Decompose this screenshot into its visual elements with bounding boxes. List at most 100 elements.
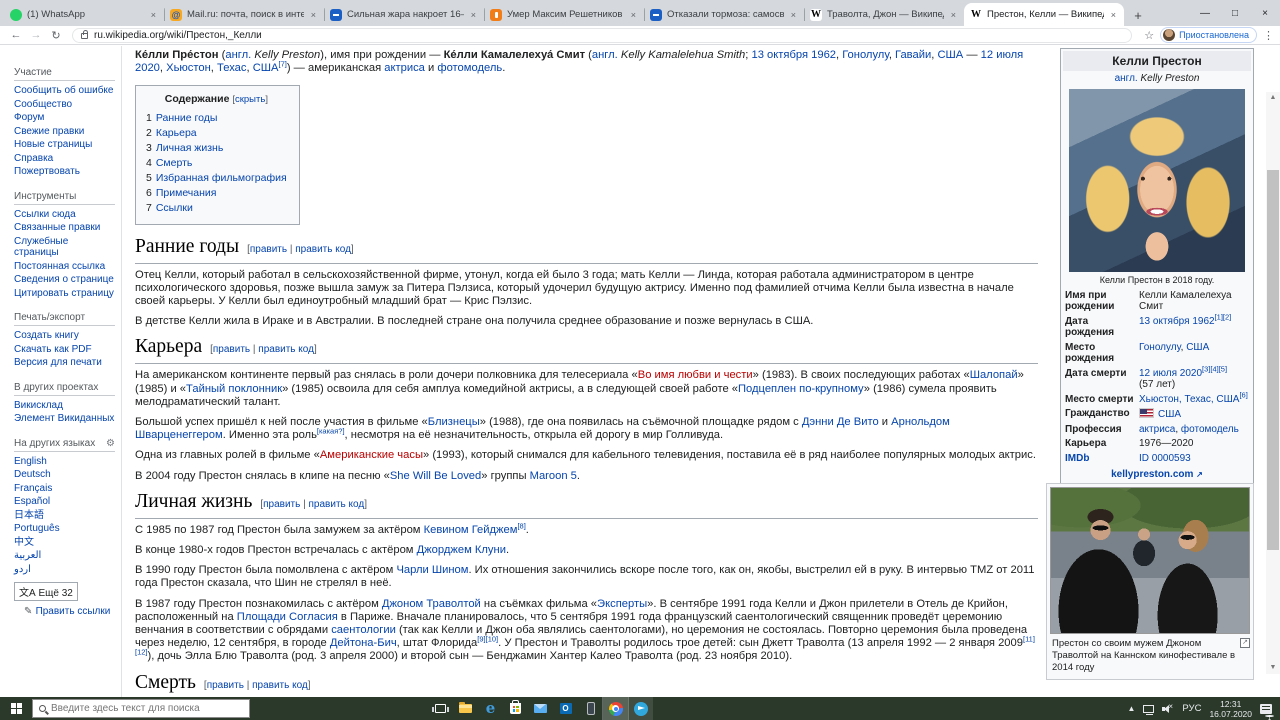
tab[interactable]: @ Mail.ru: почта, поиск в интерне × <box>164 3 324 26</box>
reference-link[interactable]: [3][4][5] <box>1202 364 1227 373</box>
edit-link[interactable]: править <box>207 680 244 691</box>
link[interactable]: 1962 <box>811 49 836 61</box>
edit-source-link[interactable]: править код <box>309 499 365 510</box>
link[interactable]: 2020 <box>135 62 160 74</box>
file-explorer-button[interactable] <box>453 697 478 720</box>
link[interactable]: Тайный поклонник <box>186 383 282 395</box>
volume-muted-icon[interactable] <box>1162 702 1174 714</box>
tab-active[interactable]: W Престон, Келли — Википедия × <box>964 3 1124 26</box>
link[interactable]: Гонолулу <box>1139 342 1181 353</box>
link[interactable]: Гавайи <box>895 49 931 61</box>
back-icon[interactable]: ← <box>6 29 26 41</box>
forward-icon[interactable]: → <box>26 29 46 41</box>
sidebar-link[interactable]: Версия для печати <box>14 357 102 368</box>
toc-link[interactable]: Личная жизнь <box>156 142 223 154</box>
sidebar-link[interactable]: Deutsch <box>14 469 51 480</box>
link[interactable]: Близнецы <box>428 416 480 428</box>
link[interactable]: Техас <box>217 62 246 74</box>
page-scrollbar[interactable]: ▲ ▼ <box>1266 92 1280 674</box>
reference-link[interactable]: [6] <box>1239 390 1247 399</box>
hidden-icons-chevron[interactable]: ▲ <box>1128 704 1136 713</box>
profile-button[interactable]: Приостановлена <box>1160 27 1257 43</box>
edit-interwiki-link[interactable]: ✎ Править ссылки <box>14 606 115 617</box>
edit-link[interactable]: править <box>263 499 300 510</box>
browser-menu-icon[interactable]: ⋮ <box>1263 29 1274 42</box>
tab-close-icon[interactable]: × <box>149 10 158 20</box>
tab-close-icon[interactable]: × <box>309 10 318 20</box>
link[interactable]: 13 октября <box>751 49 808 61</box>
link[interactable]: ID 0000593 <box>1139 453 1191 464</box>
scroll-up-arrow[interactable]: ▲ <box>1266 92 1280 104</box>
link[interactable]: Подцеплен по-крупному <box>738 383 864 395</box>
toc-link[interactable]: Ссылки <box>156 202 193 214</box>
portrait-photo[interactable] <box>1069 89 1245 272</box>
edit-link[interactable]: править <box>213 344 250 355</box>
link[interactable]: Дэнни Де Вито <box>802 416 879 428</box>
tab[interactable]: Отказали тормоза: самосвал вр × <box>644 3 804 26</box>
minimize-button[interactable]: — <box>1190 0 1220 26</box>
edit-link[interactable]: править <box>250 244 287 255</box>
link[interactable]: Кевином Гейджем <box>424 524 518 536</box>
sidebar-link[interactable]: اردو <box>14 564 31 575</box>
sidebar-link[interactable]: Викисклад <box>14 400 63 411</box>
language-indicator[interactable]: РУС <box>1182 703 1201 714</box>
toc-link[interactable]: Смерть <box>156 157 193 169</box>
link[interactable]: США <box>253 62 279 74</box>
tab[interactable]: (1) WhatsApp × <box>4 3 164 26</box>
infobox-label[interactable]: IMDb <box>1065 453 1139 465</box>
link[interactable]: Дейтона-Бич <box>330 637 397 649</box>
link[interactable]: 13 октября 1962 <box>1139 316 1215 327</box>
sidebar-link[interactable]: Сообщить об ошибке <box>14 85 113 96</box>
toc-link[interactable]: Ранние годы <box>156 112 218 124</box>
telegram-button[interactable] <box>628 697 653 720</box>
sidebar-link[interactable]: Пожертвовать <box>14 166 80 177</box>
toc-item[interactable]: 2 Карьера <box>146 126 287 141</box>
link[interactable]: Джоном Траволтой <box>382 598 481 610</box>
close-button[interactable]: × <box>1250 0 1280 26</box>
link[interactable]: фотомодель <box>437 62 502 74</box>
reference-link[interactable]: [1][2] <box>1215 312 1232 321</box>
start-button[interactable] <box>0 697 32 720</box>
edit-source-link[interactable]: править код <box>295 244 351 255</box>
toc-link[interactable]: Примечания <box>156 187 217 199</box>
outlook-button[interactable]: O <box>553 697 578 720</box>
link[interactable]: Шалопай <box>970 369 1018 381</box>
maximize-button[interactable]: □ <box>1220 0 1250 26</box>
link[interactable]: англ. <box>1115 73 1138 84</box>
reload-icon[interactable]: ↻ <box>46 29 66 42</box>
scrollbar-thumb[interactable] <box>1267 170 1279 550</box>
link[interactable]: англ. <box>592 49 618 61</box>
toc-item[interactable]: 4 Смерть <box>146 156 287 171</box>
sidebar-link[interactable]: Сведения о странице <box>14 274 114 285</box>
link[interactable]: 12 июля 2020 <box>1139 368 1202 379</box>
store-button[interactable] <box>503 697 528 720</box>
sidebar-link[interactable]: العربية <box>14 550 41 561</box>
address-bar[interactable]: ru.wikipedia.org/wiki/Престон,_Келли <box>72 27 1133 43</box>
sidebar-link[interactable]: Ссылки сюда <box>14 209 76 220</box>
task-view-button[interactable] <box>428 697 453 720</box>
link[interactable]: Хьюстон, Техас, США <box>1139 394 1239 405</box>
edge-button[interactable]: e <box>478 697 503 720</box>
link[interactable]: Maroon 5 <box>530 470 577 482</box>
network-icon[interactable] <box>1143 704 1155 715</box>
red-link[interactable]: Американские часы <box>320 449 423 461</box>
clock[interactable]: 12:31 16.07.2020 <box>1209 699 1252 719</box>
tab[interactable]: W Траволта, Джон — Википедия × <box>804 3 964 26</box>
link[interactable]: Джорджем Клуни <box>417 544 506 556</box>
sidebar-link[interactable]: Свежие правки <box>14 126 84 137</box>
toc-item[interactable]: 3 Личная жизнь <box>146 141 287 156</box>
edit-source-link[interactable]: править код <box>252 680 308 691</box>
sidebar-link[interactable]: Сообщество <box>14 99 72 110</box>
link[interactable]: She Will Be Loved <box>390 470 481 482</box>
sidebar-link[interactable]: 日本語 <box>14 510 44 521</box>
notification-icon[interactable]: 1 <box>1260 703 1274 720</box>
reference-link[interactable]: [9][10] <box>477 635 498 644</box>
toc-item[interactable]: 6 Примечания <box>146 186 287 201</box>
sidebar-link[interactable]: Скачать как PDF <box>14 344 92 355</box>
link[interactable]: актриса <box>384 62 425 74</box>
toc-link[interactable]: Карьера <box>156 127 197 139</box>
new-tab-button[interactable]: + <box>1127 4 1149 26</box>
link[interactable]: США <box>1186 342 1209 353</box>
link[interactable]: Гонолулу <box>842 49 889 61</box>
toc-item[interactable]: 7 Ссылки <box>146 201 287 216</box>
